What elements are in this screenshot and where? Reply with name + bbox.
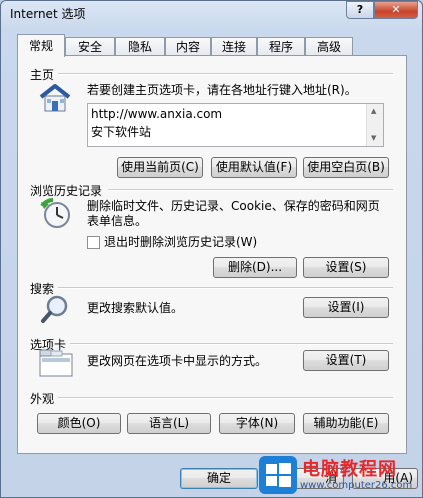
ok-button[interactable]: 确定 — [180, 468, 258, 489]
history-description: 删除临时文件、历史记录、Cookie、保存的密码和网页表单信息。 — [87, 199, 380, 228]
tabbed-window-icon — [39, 349, 73, 377]
tab-advanced[interactable]: 高级 — [305, 37, 353, 56]
homepage-address-line-1: http://www.anxia.com — [91, 107, 223, 121]
languages-button[interactable]: 语言(L) — [127, 413, 211, 434]
windows-logo-icon — [259, 456, 297, 494]
homepage-divider — [58, 73, 393, 75]
tab-security[interactable]: 安全 — [65, 37, 115, 56]
tab-connections[interactable]: 连接 — [211, 37, 257, 56]
tab-content[interactable]: 内容 — [165, 37, 211, 56]
tabs-settings-button[interactable]: 设置(T) — [303, 350, 389, 371]
window-title: Internet 选项 — [10, 7, 86, 21]
scroll-down-arrow-icon[interactable]: ▼ — [371, 134, 376, 142]
general-tab-panel: 主页 若要创建主页选项卡，请在各地址行键入地址(R)。 http://www.a… — [17, 55, 407, 454]
delete-on-exit-checkbox[interactable] — [87, 236, 100, 249]
history-group-title: 浏览历史记录 — [30, 184, 103, 198]
delete-on-exit-label: 退出时删除浏览历史记录(W) — [104, 235, 258, 249]
house-icon — [39, 84, 71, 112]
homepage-box-scrollbar[interactable]: ▲ ▼ — [366, 104, 383, 146]
accessibility-button[interactable]: 辅助功能(E) — [303, 413, 389, 434]
fonts-button[interactable]: 字体(N) — [219, 413, 295, 434]
homepage-address-line-2: 安下软件站 — [91, 125, 152, 139]
tabs-divider — [70, 343, 393, 345]
watermark-title: 电脑教程网 — [302, 459, 397, 480]
search-settings-button[interactable]: 设置(I) — [303, 297, 389, 318]
history-settings-button[interactable]: 设置(S) — [303, 257, 389, 278]
history-clock-icon — [40, 198, 70, 228]
scroll-up-arrow-icon[interactable]: ▲ — [371, 107, 376, 115]
use-blank-button[interactable]: 使用空白页(B) — [303, 157, 389, 178]
delete-history-button[interactable]: 删除(D)... — [213, 257, 297, 278]
search-description: 更改搜索默认值。 — [87, 301, 184, 315]
appearance-divider — [58, 397, 393, 399]
colors-button[interactable]: 颜色(O) — [37, 413, 121, 434]
watermark-url: www.computer26.com — [300, 480, 413, 491]
search-divider — [58, 287, 393, 289]
help-button[interactable]: ? — [346, 1, 374, 19]
homepage-address-box[interactable]: http://www.anxia.com 安下软件站 ▲ ▼ — [87, 103, 384, 147]
use-default-button[interactable]: 使用默认值(F) — [211, 157, 297, 178]
tabs-description: 更改网页在选项卡中显示的方式。 — [87, 354, 268, 368]
internet-options-window: Internet 选项 ? ✕ 常规 安全 隐私 内容 连接 程序 高级 主页 … — [0, 0, 423, 498]
close-button[interactable]: ✕ — [374, 1, 418, 19]
title-bar: Internet 选项 ? ✕ — [1, 1, 422, 25]
tab-general[interactable]: 常规 — [17, 34, 65, 57]
use-current-button[interactable]: 使用当前页(C) — [117, 157, 203, 178]
magnifier-icon — [41, 295, 68, 323]
site-watermark: 电脑教程网 www.computer26.com — [254, 453, 422, 497]
appearance-group-title: 外观 — [30, 392, 55, 406]
history-divider — [108, 189, 393, 191]
tab-privacy[interactable]: 隐私 — [115, 37, 165, 56]
tab-programs[interactable]: 程序 — [257, 37, 305, 56]
homepage-description: 若要创建主页选项卡，请在各地址行键入地址(R)。 — [87, 83, 357, 97]
homepage-group-title: 主页 — [30, 68, 55, 82]
